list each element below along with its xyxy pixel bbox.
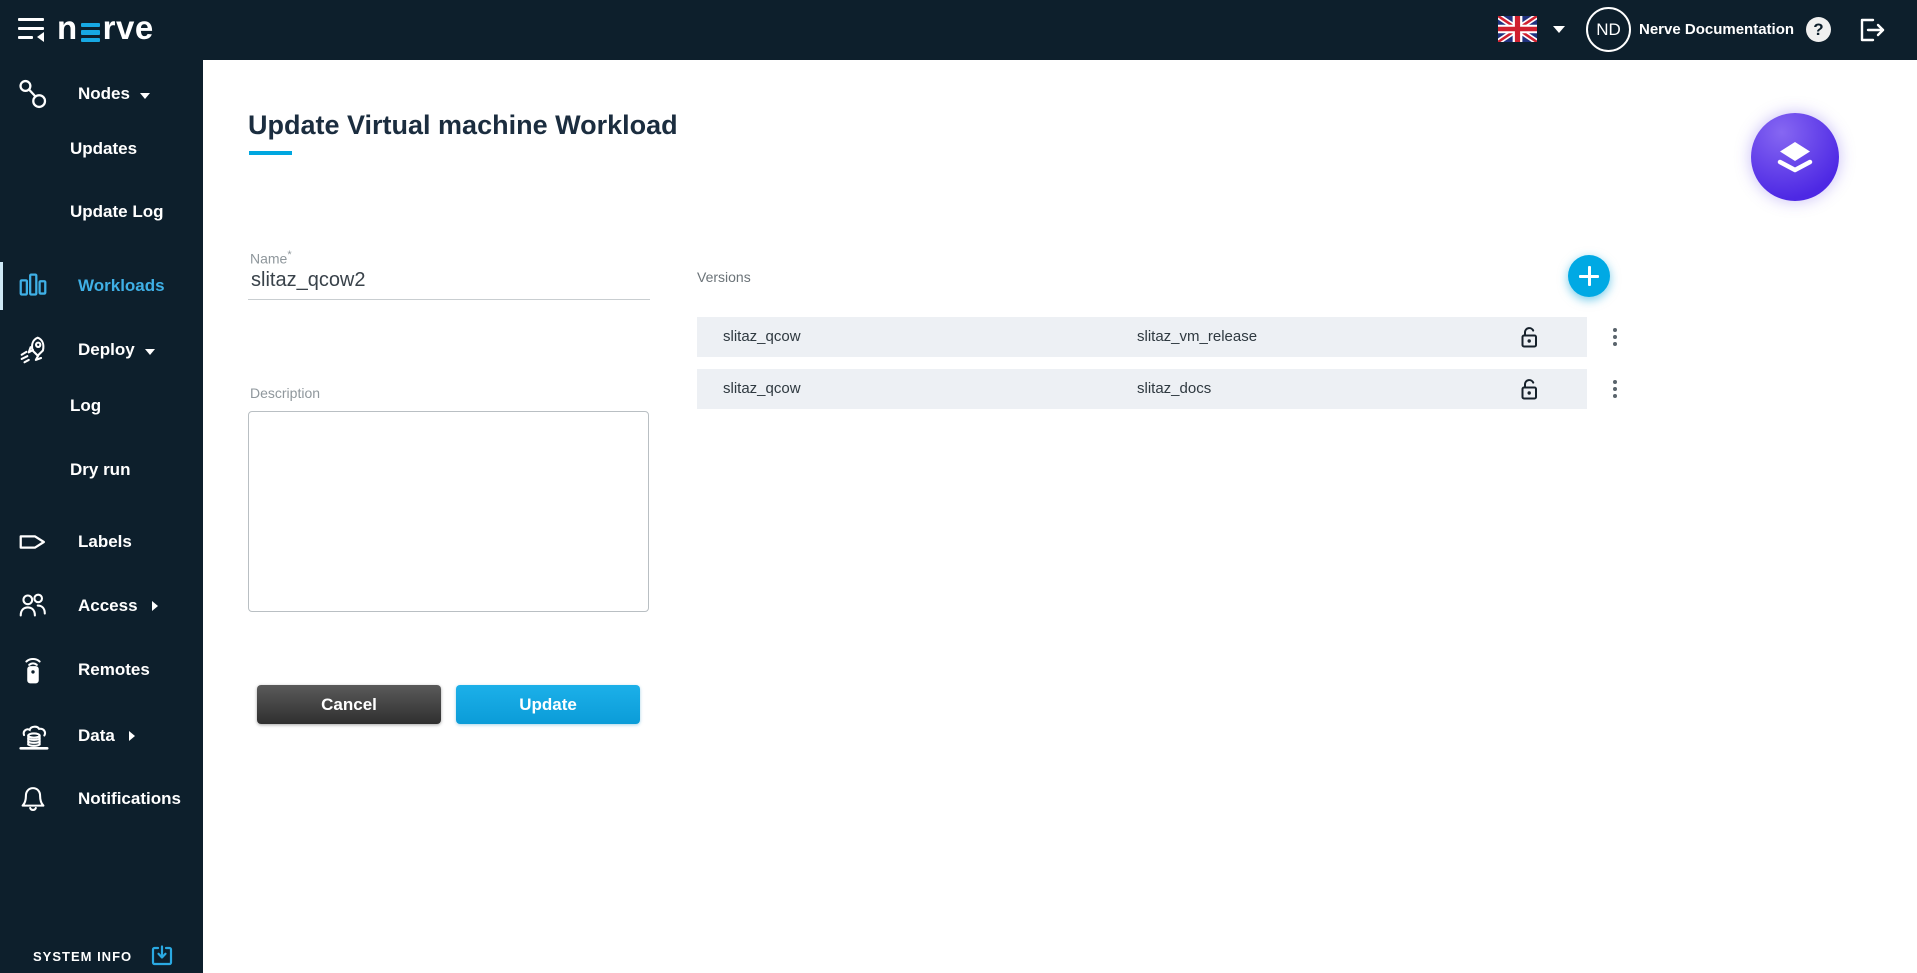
lock-icon [1520, 378, 1539, 401]
nerve-logo[interactable]: n rve [57, 9, 154, 47]
sidebar-item-update-log[interactable]: Update Log [0, 192, 203, 232]
sidebar-item-data[interactable]: Data [0, 716, 203, 756]
version-row-version-name: slitaz_docs [1137, 380, 1211, 397]
sidebar-item-access[interactable]: Access [0, 586, 203, 626]
sidebar-item-nodes[interactable]: Nodes [0, 74, 203, 114]
kebab-icon [1613, 380, 1617, 384]
version-row: slitaz_qcow slitaz_vm_release [697, 317, 1587, 357]
rocket-icon [16, 333, 52, 367]
sidebar-item-updates[interactable]: Updates [0, 129, 203, 169]
help-button[interactable]: ? [1806, 17, 1831, 42]
chevron-right-icon [152, 601, 158, 611]
chevron-down-icon [145, 349, 155, 355]
sidebar-item-deploy[interactable]: Deploy [0, 330, 203, 370]
required-asterisk: * [287, 249, 291, 261]
version-row-workload-name: slitaz_qcow [723, 380, 801, 397]
version-row: slitaz_qcow slitaz_docs [697, 369, 1587, 409]
sidebar-item-labels[interactable]: Labels [0, 522, 203, 562]
chevron-right-icon [129, 731, 135, 741]
cloud-database-icon [16, 719, 52, 753]
cancel-button[interactable]: Cancel [257, 685, 441, 724]
sidebar-item-workloads[interactable]: Workloads [0, 262, 203, 310]
version-row-version-name: slitaz_vm_release [1137, 328, 1257, 345]
sidebar-item-remotes[interactable]: Remotes [0, 650, 203, 690]
lock-icon [1520, 326, 1539, 349]
vm-workload-type-badge [1751, 113, 1839, 201]
sidebar-item-dry-run[interactable]: Dry run [0, 450, 203, 490]
remote-control-icon [16, 653, 52, 687]
sidebar-item-notifications[interactable]: Notifications [0, 779, 203, 819]
name-input[interactable] [248, 266, 650, 300]
menu-toggle-button[interactable] [18, 17, 48, 43]
collapse-arrow-icon [37, 32, 44, 42]
nodes-icon [16, 77, 52, 111]
user-name-label: Nerve Documentation [1639, 21, 1794, 38]
update-button[interactable]: Update [456, 685, 640, 724]
title-accent-underline [249, 151, 292, 155]
sidebar: Nodes Updates Update Log Workloads [0, 60, 203, 973]
description-textarea[interactable] [248, 411, 649, 612]
topbar: n rve ND Nerve Documentation ? [0, 0, 1917, 60]
avatar-initials: ND [1596, 20, 1621, 40]
version-row-workload-name: slitaz_qcow [723, 328, 801, 345]
chevron-down-icon [140, 93, 150, 99]
tag-icon [16, 525, 52, 559]
version-row-menu-button[interactable] [1607, 328, 1623, 348]
versions-section-label: Versions [697, 269, 751, 285]
description-field-label: Description [250, 385, 320, 401]
workloads-icon [16, 269, 52, 303]
user-avatar[interactable]: ND [1586, 7, 1631, 52]
logo-text-pre: n [57, 9, 78, 47]
logo-bars-icon [81, 23, 100, 43]
download-icon [150, 945, 174, 967]
name-field-label: Name* [250, 249, 292, 267]
layers-icon [1772, 134, 1818, 180]
sidebar-item-log[interactable]: Log [0, 386, 203, 426]
language-flag-uk-icon[interactable] [1498, 16, 1537, 42]
bell-icon [16, 782, 52, 816]
kebab-icon [1613, 328, 1617, 332]
system-info-button[interactable]: SYSTEM INFO [0, 936, 203, 973]
language-dropdown-chevron-icon[interactable] [1553, 26, 1565, 33]
add-version-button[interactable] [1568, 255, 1610, 297]
users-icon [16, 589, 52, 623]
system-info-label: SYSTEM INFO [33, 949, 132, 964]
app-root: n rve ND Nerve Documentation ? [0, 0, 1917, 973]
sidebar-item-label: Nodes [78, 84, 130, 104]
main-content: Update Virtual machine Workload Name* De… [203, 60, 1917, 973]
logout-icon[interactable] [1856, 14, 1888, 46]
question-mark-icon: ? [1813, 20, 1823, 40]
version-row-menu-button[interactable] [1607, 380, 1623, 400]
hamburger-icon [18, 18, 44, 21]
logo-text-post: rve [103, 9, 154, 47]
page-title: Update Virtual machine Workload [248, 110, 678, 141]
